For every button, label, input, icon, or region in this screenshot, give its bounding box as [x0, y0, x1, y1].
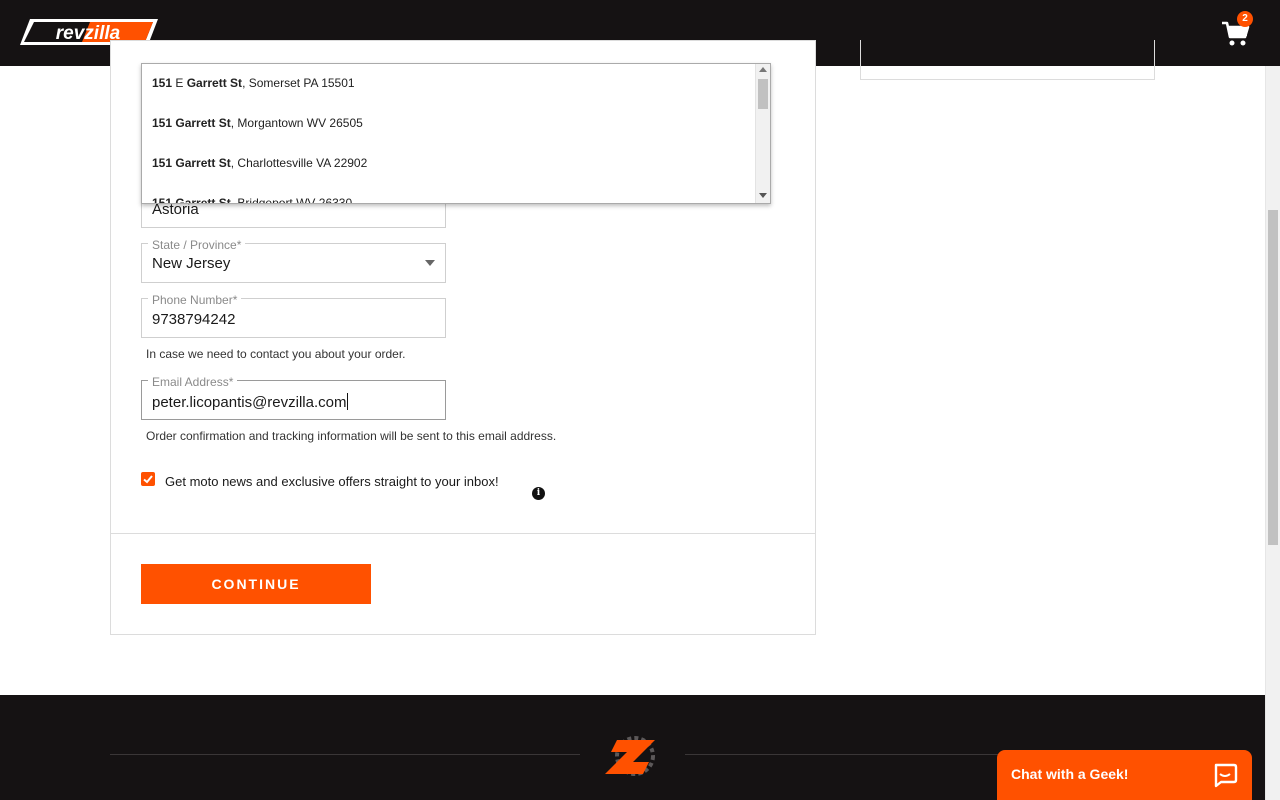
text-caret [347, 393, 349, 410]
revzilla-z-logo-icon [605, 736, 655, 776]
email-help-text: Order confirmation and tracking informat… [146, 429, 557, 443]
page-scrollbar-thumb[interactable] [1268, 210, 1278, 545]
autocomplete-item[interactable]: 151 Garrett St, Morgantown WV 26505 [152, 116, 363, 130]
cart-count-badge: 2 [1237, 11, 1253, 27]
continue-button[interactable]: CONTINUE [141, 564, 371, 604]
autocomplete-item[interactable]: 151 Garrett St, Charlottesville VA 22902 [152, 156, 367, 170]
address-autocomplete-dropdown[interactable]: 151 E Garrett St, Somerset PA 15501 151 … [141, 63, 771, 204]
autocomplete-item[interactable]: 151 E Garrett St, Somerset PA 15501 [152, 76, 355, 90]
phone-value: 9738794242 [152, 311, 236, 328]
chat-label[interactable]: Chat with a Geek! [1011, 766, 1128, 782]
autocomplete-scrollbar-thumb[interactable] [758, 79, 768, 109]
state-label: State / Province* [148, 238, 246, 252]
phone-label: Phone Number* [148, 293, 242, 307]
autocomplete-item[interactable]: 151 Garrett St, Bridgeport WV 26330 [152, 196, 352, 203]
phone-help-text: In case we need to contact you about you… [146, 347, 406, 361]
order-summary-box [860, 40, 1155, 80]
email-value-wrap: peter.licopantis@revzilla.com [152, 393, 349, 412]
email-label: Email Address* [148, 375, 238, 389]
footer-divider-left [110, 754, 580, 755]
scroll-up-arrow-icon[interactable] [759, 67, 767, 72]
newsletter-label[interactable]: Get moto news and exclusive offers strai… [165, 474, 499, 489]
newsletter-checkbox[interactable] [141, 472, 155, 486]
info-icon[interactable]: i [532, 487, 545, 500]
chevron-down-icon[interactable] [425, 260, 435, 266]
checkmark-icon [143, 475, 153, 484]
state-value: New Jersey [152, 255, 231, 272]
email-value: peter.licopantis@revzilla.com [152, 394, 347, 411]
chat-bubble-icon[interactable] [1212, 762, 1238, 788]
panel-divider [111, 533, 815, 534]
scroll-down-arrow-icon[interactable] [759, 193, 767, 198]
